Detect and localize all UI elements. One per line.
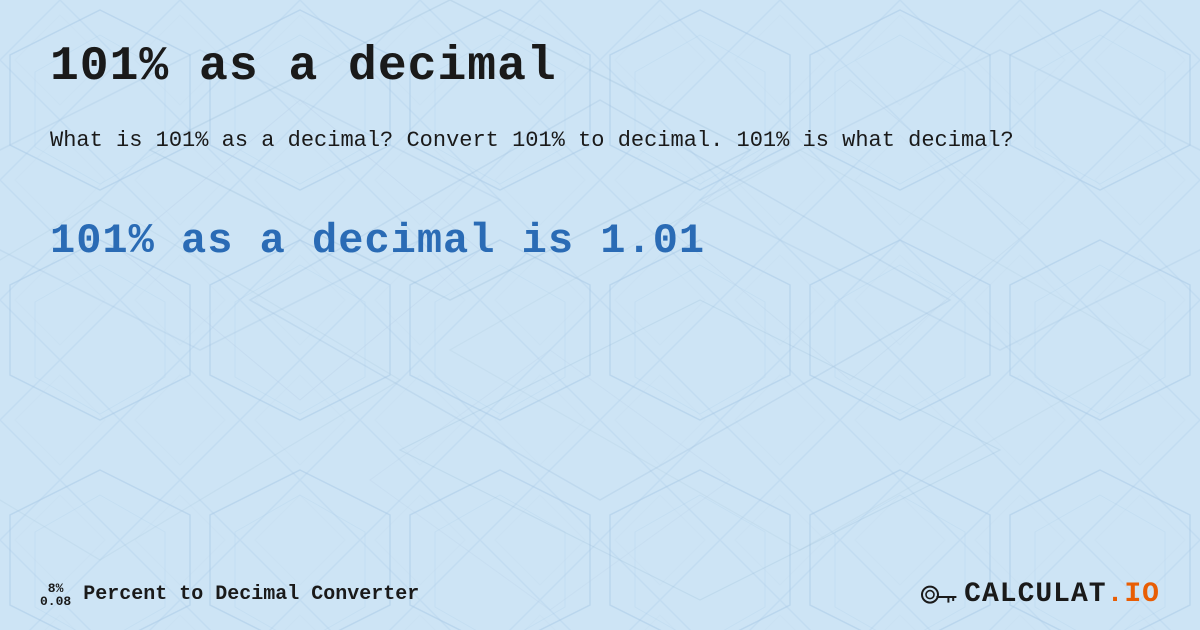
description-text: What is 101% as a decimal? Convert 101% … bbox=[50, 124, 1150, 157]
result-text: 101% as a decimal is 1.01 bbox=[50, 217, 1150, 265]
page-title: 101% as a decimal bbox=[50, 40, 1150, 94]
main-content: 101% as a decimal What is 101% as a deci… bbox=[0, 0, 1200, 630]
result-section: 101% as a decimal is 1.01 bbox=[50, 217, 1150, 265]
